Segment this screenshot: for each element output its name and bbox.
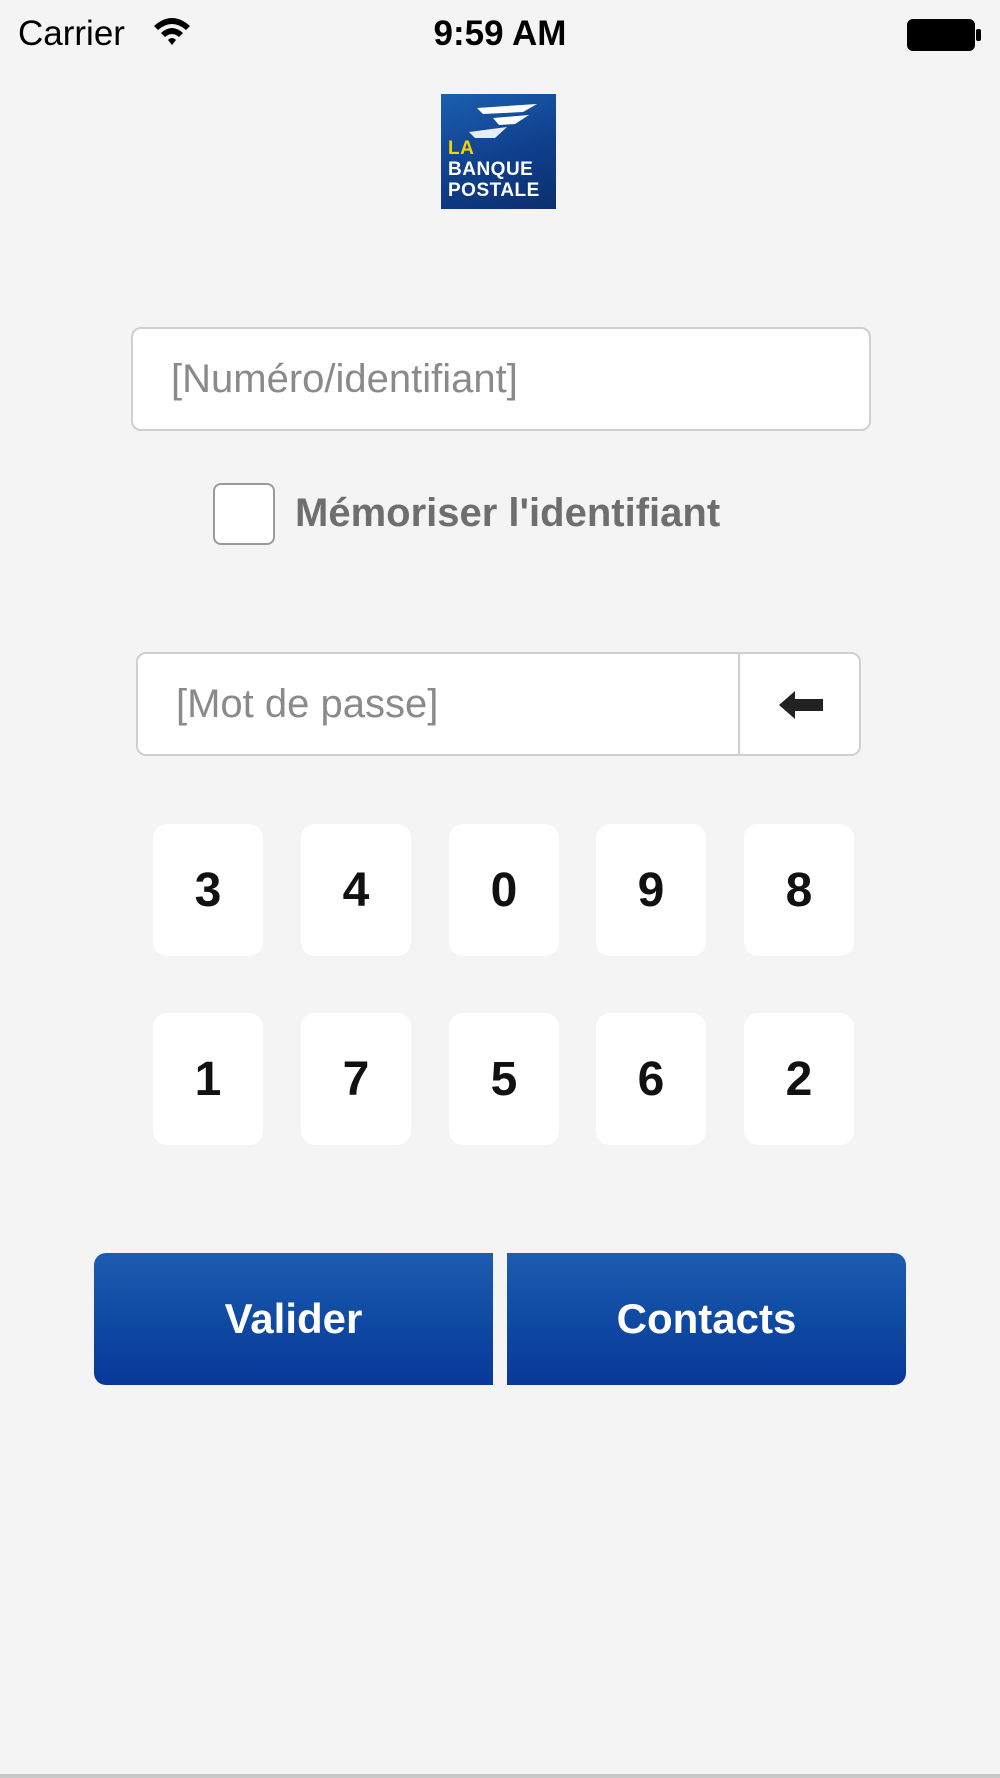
keypad-key[interactable]: 2 bbox=[744, 1013, 854, 1145]
keypad-key[interactable]: 1 bbox=[153, 1013, 263, 1145]
identifier-field-container bbox=[131, 327, 871, 431]
contacts-button[interactable]: Contacts bbox=[507, 1253, 906, 1385]
keypad-key[interactable]: 9 bbox=[596, 824, 706, 956]
logo-text-line3: POSTALE bbox=[448, 180, 540, 201]
password-field-container bbox=[136, 652, 861, 756]
password-input[interactable] bbox=[138, 654, 738, 754]
keypad-key[interactable]: 0 bbox=[449, 824, 559, 956]
status-bar: Carrier 9:59 AM bbox=[0, 0, 1000, 70]
logo-text-line2: BANQUE bbox=[448, 159, 534, 180]
keypad-key[interactable]: 5 bbox=[449, 1013, 559, 1145]
keypad-key[interactable]: 6 bbox=[596, 1013, 706, 1145]
logo-swoosh-icon bbox=[469, 104, 537, 138]
backspace-button[interactable] bbox=[738, 654, 859, 754]
keypad-key[interactable]: 7 bbox=[301, 1013, 411, 1145]
status-time: 9:59 AM bbox=[433, 14, 567, 53]
backspace-arrow-icon bbox=[779, 691, 823, 719]
bottom-divider bbox=[0, 1774, 1000, 1778]
keypad-key[interactable]: 4 bbox=[301, 824, 411, 956]
login-screen: Carrier 9:59 AM LA BANQUE POSTALE Mémori… bbox=[0, 0, 1000, 1778]
battery-icon bbox=[907, 19, 981, 51]
la-banque-postale-logo: LA BANQUE POSTALE bbox=[441, 94, 556, 209]
keypad-key[interactable]: 8 bbox=[744, 824, 854, 956]
keypad-key[interactable]: 3 bbox=[153, 824, 263, 956]
identifier-input[interactable] bbox=[133, 329, 869, 429]
validate-button[interactable]: Valider bbox=[94, 1253, 493, 1385]
logo-text-line1: LA bbox=[448, 138, 475, 159]
remember-identifier-label[interactable]: Mémoriser l'identifiant bbox=[295, 491, 720, 536]
remember-identifier-checkbox[interactable] bbox=[213, 483, 275, 545]
